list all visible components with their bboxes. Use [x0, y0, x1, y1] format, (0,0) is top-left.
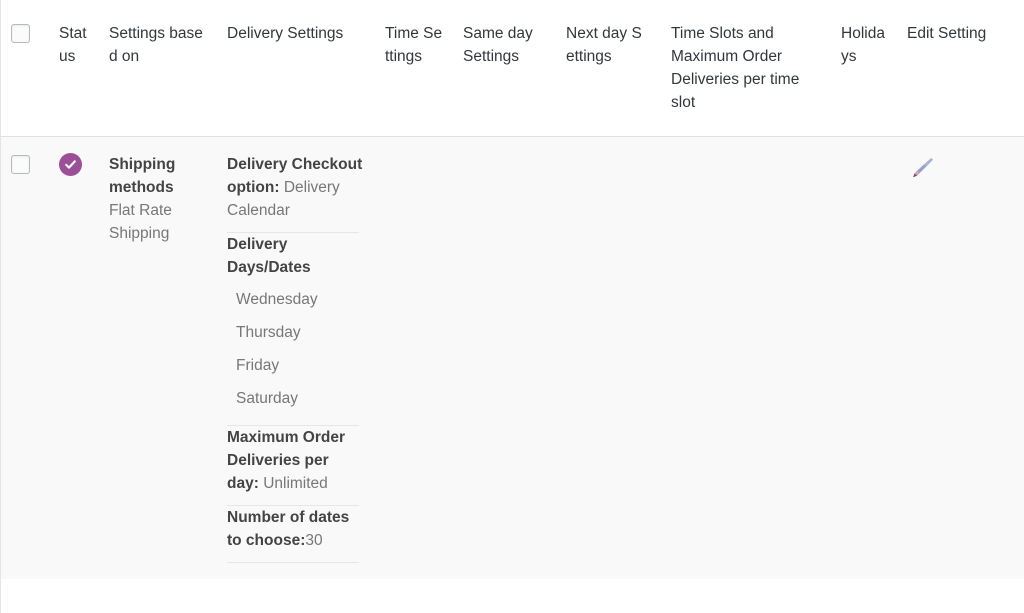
delivery-days-section: Delivery Days/Dates Wednesday Thursday F… — [227, 233, 363, 425]
number-of-dates-value: 30 — [305, 532, 323, 549]
header-time-settings[interactable]: Time Settings — [371, 0, 451, 137]
row-same-day-settings-cell — [451, 136, 554, 579]
delivery-days-list: Wednesday Thursday Friday Saturday — [227, 283, 363, 415]
list-item: Thursday — [236, 324, 301, 341]
edit-setting-button[interactable] — [907, 153, 937, 183]
row-status-cell — [49, 136, 101, 579]
list-item: Friday — [236, 357, 280, 374]
header-same-day-settings[interactable]: Same day Settings — [451, 0, 554, 137]
header-status[interactable]: Status — [49, 0, 101, 137]
header-edit-setting[interactable]: Edit Setting — [893, 0, 1024, 137]
header-next-day-settings[interactable]: Next day Settings — [554, 0, 657, 137]
row-edit-cell — [893, 136, 1024, 579]
check-circle-icon — [64, 158, 77, 171]
row-time-settings-cell — [371, 136, 451, 579]
list-item: Wednesday — [236, 291, 318, 308]
header-row: Status Settings based on Delivery Settin… — [1, 0, 1024, 137]
table-row: Shipping methods Flat Rate Shipping Deli… — [1, 136, 1024, 579]
max-order-deliveries-separator: : — [253, 475, 264, 492]
number-of-dates-section: Number of dates to choose:30 — [227, 506, 363, 562]
header-time-slots[interactable]: Time Slots and Maximum Order Deliveries … — [657, 0, 827, 137]
delivery-settings-table: Status Settings based on Delivery Settin… — [1, 0, 1024, 579]
header-holidays[interactable]: Holidays — [827, 0, 893, 137]
select-all-checkbox[interactable] — [11, 24, 30, 43]
delivery-checkout-option-separator: : — [274, 179, 284, 196]
row-next-day-settings-cell — [554, 136, 657, 579]
table-body: Shipping methods Flat Rate Shipping Deli… — [1, 136, 1024, 579]
header-settings-based-on[interactable]: Settings based on — [101, 0, 219, 137]
row-select-cell — [1, 136, 49, 579]
max-order-deliveries-value: Unlimited — [263, 475, 328, 492]
delivery-days-title: Delivery Days/Dates — [227, 236, 311, 276]
settings-based-on-title: Shipping methods — [109, 156, 176, 196]
max-order-deliveries-section: Maximum Order Deliveries per day: Unlimi… — [227, 426, 363, 505]
row-settings-based-on-cell: Shipping methods Flat Rate Shipping — [101, 136, 219, 579]
row-checkbox[interactable] — [11, 155, 30, 174]
row-delivery-settings-cell: Delivery Checkout option: Delivery Calen… — [219, 136, 371, 579]
settings-based-on-value: Flat Rate Shipping — [109, 202, 172, 242]
row-time-slots-cell — [657, 136, 827, 579]
row-holidays-cell — [827, 136, 893, 579]
number-of-dates-title: Number of dates to choose — [227, 509, 350, 549]
header-delivery-settings[interactable]: Delivery Settings — [219, 0, 371, 137]
divider — [227, 562, 359, 563]
table-header: Status Settings based on Delivery Settin… — [1, 0, 1024, 137]
header-select-all — [1, 0, 49, 137]
delivery-checkout-option-section: Delivery Checkout option: Delivery Calen… — [227, 153, 363, 232]
settings-table-container: Status Settings based on Delivery Settin… — [0, 0, 1024, 613]
pencil-icon — [907, 158, 937, 187]
status-badge[interactable] — [59, 153, 82, 176]
list-item: Saturday — [236, 390, 299, 407]
